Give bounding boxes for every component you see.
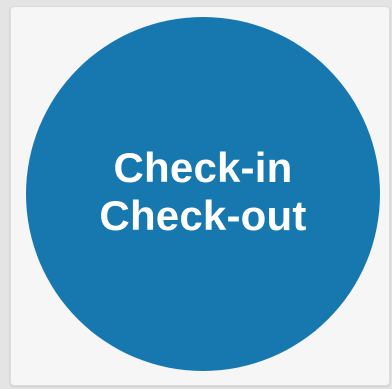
- button-label: Check-in Check-out: [99, 144, 306, 240]
- label-check-out: Check-out: [99, 192, 307, 239]
- label-check-in: Check-in: [113, 144, 293, 191]
- check-in-check-out-button[interactable]: Check-in Check-out: [26, 17, 380, 371]
- check-in-out-tile: Check-in Check-out: [10, 6, 390, 386]
